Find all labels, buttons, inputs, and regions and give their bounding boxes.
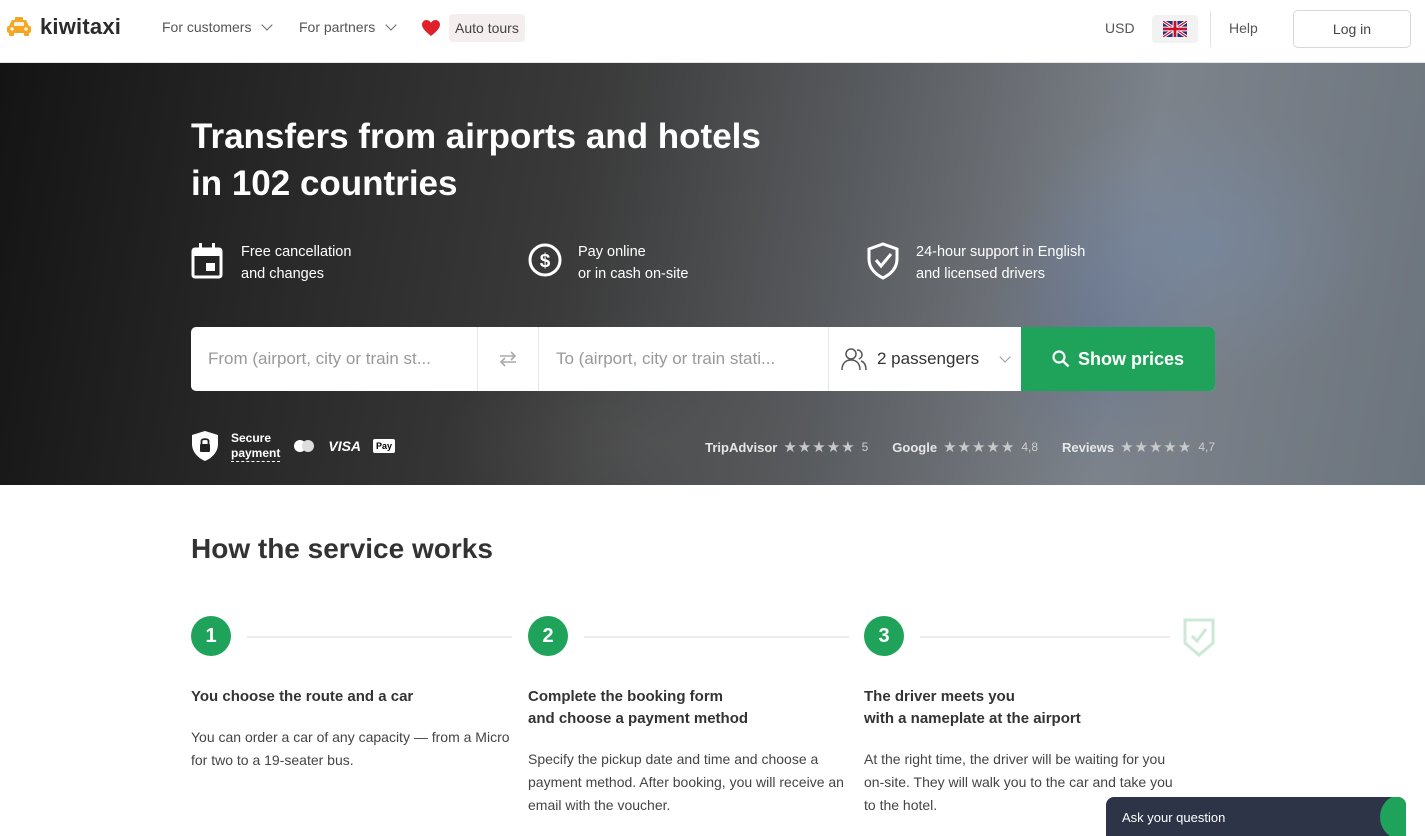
feature-free-cancellation: Free cancellation and changes bbox=[191, 241, 351, 285]
stars-icon: ★★★★★ bbox=[943, 439, 1016, 456]
chevron-down-icon bbox=[385, 19, 397, 31]
passengers-select[interactable]: 2 passengers bbox=[828, 327, 1021, 391]
svg-text:$: $ bbox=[540, 251, 551, 272]
step-1-badge: 1 bbox=[191, 616, 231, 656]
secure-payment-block: Secure payment VISA Pay bbox=[191, 430, 396, 462]
show-prices-button[interactable]: Show prices bbox=[1021, 327, 1215, 391]
logo-text: kiwitaxi bbox=[40, 14, 122, 39]
chat-widget[interactable]: Ask your question bbox=[1106, 797, 1406, 836]
step-2-text: Specify the pickup date and time and cho… bbox=[528, 751, 844, 813]
shield-check-icon bbox=[867, 242, 899, 280]
lock-shield-icon bbox=[192, 431, 218, 461]
stars-icon: ★★★★★ bbox=[1120, 439, 1193, 456]
auto-tours-link[interactable]: Auto tours bbox=[421, 12, 525, 44]
uk-flag-icon bbox=[1163, 21, 1187, 37]
rating-value: 4,7 bbox=[1198, 440, 1215, 454]
apple-pay-logo: Pay bbox=[373, 439, 396, 453]
step-title-line1: Complete the booking form bbox=[528, 688, 723, 705]
shield-check-icon bbox=[1183, 618, 1215, 657]
hero-title-line1: Transfers from airports and hotels bbox=[191, 117, 761, 156]
help-link[interactable]: Help bbox=[1229, 20, 1258, 36]
step-1-title: You choose the route and a car bbox=[191, 686, 521, 708]
nav-for-partners-label: For partners bbox=[299, 19, 376, 35]
hero-title-line2: in 102 countries bbox=[191, 164, 458, 203]
show-prices-label: Show prices bbox=[1077, 348, 1185, 369]
step-connector bbox=[247, 636, 512, 638]
chevron-down-icon bbox=[261, 19, 274, 31]
feature-line1: Pay online bbox=[578, 244, 646, 260]
dollar-icon: $ bbox=[528, 243, 562, 277]
step-3-title: The driver meets you with a nameplate at… bbox=[864, 686, 1194, 730]
secure-line1: Secure bbox=[231, 430, 272, 445]
rating-source: TripAdvisor bbox=[705, 439, 778, 455]
rating-google[interactable]: Google ★★★★★ 4,8 bbox=[892, 438, 1038, 456]
visa-logo: VISA bbox=[328, 438, 362, 454]
rating-value: 4,8 bbox=[1021, 440, 1039, 454]
step-title-line1: The driver meets you bbox=[864, 688, 1015, 705]
swap-arrows-icon bbox=[499, 351, 517, 367]
nav-for-customers-label: For customers bbox=[162, 19, 252, 35]
step-3-badge: 3 bbox=[864, 616, 904, 656]
header-divider bbox=[1210, 11, 1211, 47]
passengers-icon bbox=[841, 348, 867, 371]
search-icon bbox=[1052, 350, 1070, 368]
rating-tripadvisor[interactable]: TripAdvisor ★★★★★ 5 bbox=[705, 438, 868, 456]
language-selector[interactable] bbox=[1152, 15, 1198, 43]
apple-pay-label: Pay bbox=[376, 441, 393, 451]
hero-banner: Transfers from airports and hotels in 10… bbox=[0, 63, 1425, 485]
step-title-line1: You choose the route and a car bbox=[191, 688, 414, 705]
feature-support: 24-hour support in English and licensed … bbox=[866, 241, 1085, 285]
feature-line2: or in cash on-site bbox=[578, 266, 689, 282]
step-connector bbox=[584, 636, 849, 638]
swap-button[interactable] bbox=[477, 327, 539, 391]
currency-selector[interactable]: USD bbox=[1105, 20, 1135, 36]
search-form: From (airport, city or train st... To (a… bbox=[191, 327, 1215, 391]
top-header: kiwitaxi For customers For partners Auto… bbox=[0, 0, 1425, 63]
hero-title: Transfers from airports and hotels in 10… bbox=[191, 113, 851, 207]
chat-status-indicator bbox=[1380, 797, 1406, 836]
login-button[interactable]: Log in bbox=[1293, 10, 1411, 48]
feature-line2: and licensed drivers bbox=[916, 266, 1045, 282]
step-2-title: Complete the booking form and choose a p… bbox=[528, 686, 858, 730]
step-2-badge: 2 bbox=[528, 616, 568, 656]
feature-line2: and changes bbox=[241, 266, 325, 282]
how-section-title: How the service works bbox=[191, 533, 493, 564]
rating-source: Reviews bbox=[1062, 439, 1115, 455]
calendar-icon bbox=[191, 243, 223, 279]
passengers-value: 2 passengers bbox=[877, 349, 980, 368]
nav-for-customers[interactable]: For customers bbox=[162, 19, 274, 35]
heart-icon bbox=[422, 20, 440, 36]
from-input[interactable]: From (airport, city or train st... bbox=[191, 327, 477, 391]
rating-source: Google bbox=[892, 439, 938, 455]
step-connector bbox=[920, 636, 1170, 638]
ratings-bar: TripAdvisor ★★★★★ 5 Google ★★★★★ 4,8 Rev… bbox=[705, 438, 1215, 456]
rating-value: 5 bbox=[861, 440, 869, 454]
to-input[interactable]: To (airport, city or train stati... bbox=[539, 327, 828, 391]
secure-payment-label[interactable]: Secure payment bbox=[231, 430, 281, 462]
rating-reviews[interactable]: Reviews ★★★★★ 4,7 bbox=[1062, 438, 1215, 456]
chat-label: Ask your question bbox=[1122, 810, 1226, 825]
feature-line1: 24-hour support in English bbox=[916, 244, 1086, 260]
chevron-down-icon bbox=[999, 351, 1011, 363]
step-title-line2: and choose a payment method bbox=[528, 710, 749, 727]
step-1-text: You can order a car of any capacity — fr… bbox=[191, 729, 510, 768]
taxi-car-icon bbox=[7, 17, 31, 36]
mastercard-icon bbox=[294, 440, 315, 452]
stars-icon: ★★★★★ bbox=[783, 439, 856, 456]
auto-tours-label: Auto tours bbox=[449, 14, 525, 42]
logo[interactable]: kiwitaxi bbox=[6, 14, 121, 40]
feature-line1: Free cancellation bbox=[241, 244, 352, 260]
step-title-line2: with a nameplate at the airport bbox=[864, 710, 1081, 727]
feature-pay-online: $ Pay online or in cash on-site bbox=[528, 241, 688, 285]
secure-line2: payment bbox=[231, 445, 281, 462]
nav-for-partners[interactable]: For partners bbox=[299, 19, 397, 35]
